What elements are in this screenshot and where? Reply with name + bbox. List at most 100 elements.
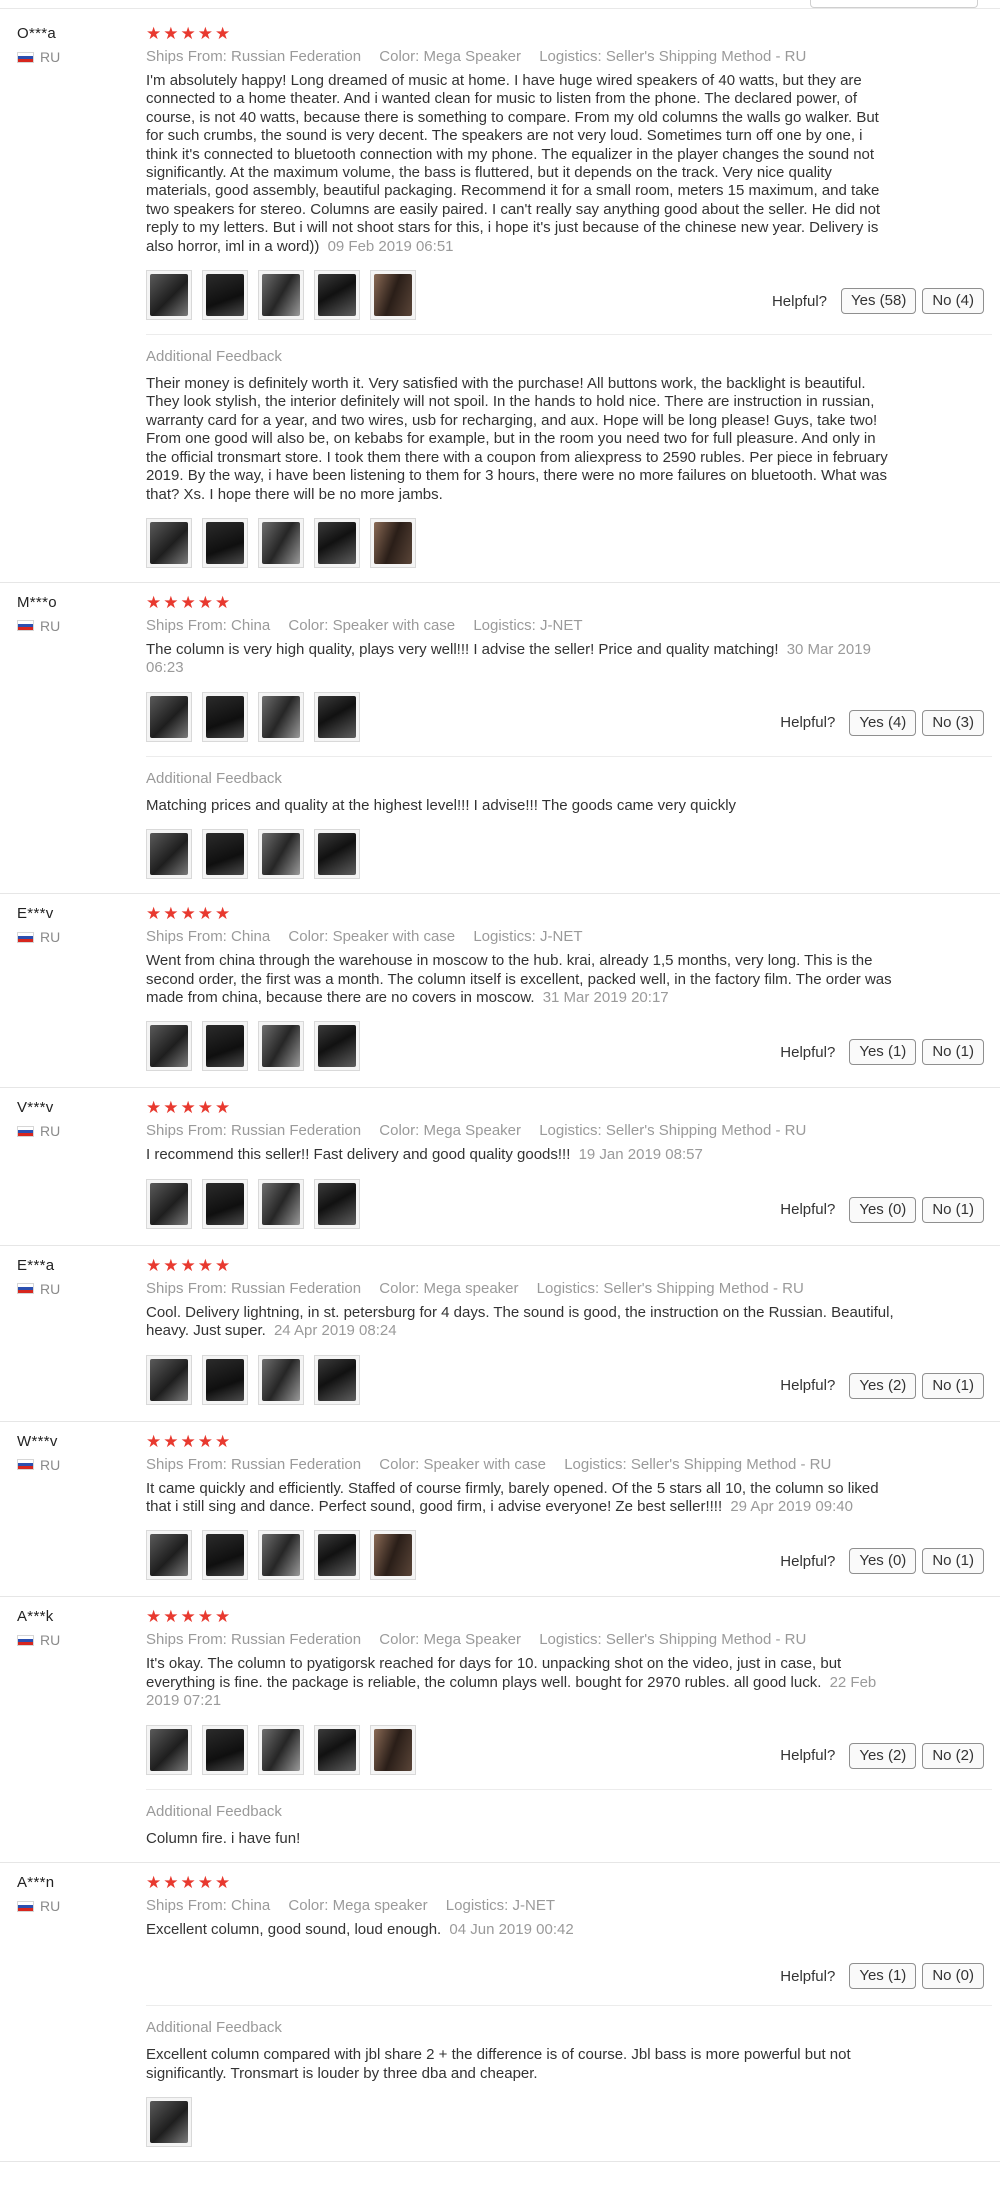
review-text: It came quickly and efficiently. Staffed…	[146, 1480, 896, 1517]
helpful-no-button[interactable]: No (0)	[922, 1963, 984, 1990]
review-photo-thumbnail[interactable]	[258, 1724, 304, 1775]
helpful-no-button[interactable]: No (2)	[922, 1742, 984, 1769]
helpful-no-button[interactable]: No (1)	[922, 1548, 984, 1575]
ships-from: Ships From: China	[146, 1897, 271, 1914]
helpful-yes-button[interactable]: Yes (2)	[849, 1742, 917, 1769]
review-photo-thumbnail[interactable]	[146, 270, 192, 321]
review-photo-thumbnail[interactable]	[314, 1178, 360, 1229]
order-info: Ships From: Russian Federation Color: Me…	[146, 47, 992, 67]
review-photo-thumbnail[interactable]	[314, 1724, 360, 1775]
order-info: Ships From: China Color: Mega speaker Lo…	[146, 1896, 992, 1916]
review-photo-thumbnail[interactable]	[258, 1178, 304, 1229]
review-item: M***o RU ★★★★★ Ships From: China Color: …	[0, 583, 1000, 895]
reviewer-country: RU	[17, 1281, 137, 1297]
review-photo-thumbnail[interactable]	[370, 1724, 416, 1775]
review-photo-thumbnail[interactable]	[202, 270, 248, 321]
review-content: ★★★★★ Ships From: Russian Federation Col…	[146, 1432, 992, 1583]
speaker-photo	[150, 1728, 188, 1771]
review-item: E***v RU ★★★★★ Ships From: China Color: …	[0, 894, 1000, 1089]
speaker-photo	[150, 1025, 188, 1068]
review-photo-thumbnail[interactable]	[314, 1530, 360, 1581]
sort-dropdown-edge[interactable]	[810, 0, 978, 8]
feedback-photo-thumbnail[interactable]	[258, 517, 304, 568]
feedback-photo-thumbnail[interactable]	[146, 829, 192, 880]
helpful-no-button[interactable]: No (1)	[922, 1372, 984, 1399]
review-photo-thumbnail[interactable]	[146, 1724, 192, 1775]
logistics-method: Logistics: J-NET	[473, 616, 583, 634]
additional-feedback: Additional Feedback Their money is defin…	[146, 334, 992, 568]
feedback-photo-thumbnail[interactable]	[258, 829, 304, 880]
speaker-photo	[150, 695, 188, 738]
review-text: I'm absolutely happy! Long dreamed of mu…	[146, 72, 896, 256]
review-photo-thumbnail[interactable]	[258, 1530, 304, 1581]
star-rating: ★★★★★	[146, 1255, 233, 1275]
review-photo-thumbnail[interactable]	[146, 1021, 192, 1072]
review-photo-thumbnail[interactable]	[202, 1021, 248, 1072]
review-photo-thumbnail[interactable]	[202, 1530, 248, 1581]
product-color: Color: Mega Speaker	[379, 1631, 522, 1649]
speaker-photo	[262, 1534, 300, 1577]
speaker-photo	[206, 274, 244, 317]
helpful-no-button[interactable]: No (3)	[922, 709, 984, 736]
review-photo-thumbnail[interactable]	[314, 1354, 360, 1405]
speaker-photo	[374, 1534, 412, 1577]
country-code: RU	[40, 929, 61, 946]
feedback-photo-thumbnail[interactable]	[202, 829, 248, 880]
helpful-yes-button[interactable]: Yes (0)	[849, 1548, 917, 1575]
review-photo-thumbnail[interactable]	[258, 1354, 304, 1405]
review-footer: Helpful? Yes (1) No (1)	[146, 1021, 992, 1073]
review-photo-thumbnail[interactable]	[202, 691, 248, 742]
helpful-yes-button[interactable]: Yes (58)	[841, 288, 917, 315]
feedback-photo-thumbnail[interactable]	[314, 829, 360, 880]
helpful-yes-button[interactable]: Yes (1)	[849, 1039, 917, 1066]
speaker-photo	[374, 521, 412, 564]
review-photo-thumbnail[interactable]	[314, 270, 360, 321]
review-photo-thumbnail[interactable]	[314, 691, 360, 742]
helpful-no-button[interactable]: No (1)	[922, 1039, 984, 1066]
feedback-photo-thumbnail[interactable]	[370, 517, 416, 568]
speaker-photo	[318, 1025, 356, 1068]
review-photo-thumbnail[interactable]	[202, 1178, 248, 1229]
additional-feedback: Additional Feedback Column fire. i have …	[146, 1788, 992, 1848]
feedback-photo-thumbnail[interactable]	[314, 517, 360, 568]
speaker-photo	[262, 833, 300, 876]
country-code: RU	[40, 1632, 61, 1649]
helpful-label: Helpful?	[771, 292, 827, 310]
helpful-no-button[interactable]: No (1)	[922, 1196, 984, 1223]
helpful-vote: Helpful? Yes (1) No (1)	[780, 1039, 984, 1066]
review-photo-thumbnail[interactable]	[146, 1354, 192, 1405]
review-text: Cool. Delivery lightning, in st. petersb…	[146, 1304, 896, 1341]
speaker-photo	[318, 1358, 356, 1401]
review-footer: Helpful? Yes (4) No (3)	[146, 691, 992, 744]
review-photo-thumbnail[interactable]	[370, 270, 416, 321]
review-photo-thumbnail[interactable]	[314, 1021, 360, 1072]
additional-feedback-text: Excellent column compared with jbl share…	[146, 2046, 851, 2082]
feedback-photo-thumbnail[interactable]	[202, 517, 248, 568]
feedback-photo-thumbnail[interactable]	[146, 517, 192, 568]
feedback-photo-thumbnail[interactable]	[146, 2097, 192, 2148]
order-info: Ships From: China Color: Speaker with ca…	[146, 927, 992, 947]
helpful-yes-button[interactable]: Yes (0)	[849, 1196, 917, 1223]
speaker-photo	[150, 274, 188, 317]
review-photo-thumbnail[interactable]	[370, 1530, 416, 1581]
review-item: O***a RU ★★★★★ Ships From: Russian Feder…	[0, 14, 1000, 583]
helpful-yes-button[interactable]: Yes (4)	[849, 709, 917, 736]
helpful-no-button[interactable]: No (4)	[922, 288, 984, 315]
review-photo-thumbnail[interactable]	[146, 1530, 192, 1581]
additional-feedback-label: Additional Feedback	[146, 2019, 282, 2037]
review-photo-thumbnail[interactable]	[146, 691, 192, 742]
review-photo-thumbnail[interactable]	[202, 1724, 248, 1775]
logistics-method: Logistics: J-NET	[473, 928, 583, 946]
star-rating: ★★★★★	[146, 592, 233, 612]
review-photo-thumbnail[interactable]	[258, 1021, 304, 1072]
review-content: ★★★★★ Ships From: China Color: Mega spea…	[146, 1873, 992, 2148]
helpful-yes-button[interactable]: Yes (2)	[849, 1372, 917, 1399]
speaker-photo	[206, 833, 244, 876]
helpful-yes-button[interactable]: Yes (1)	[849, 1963, 917, 1990]
review-photo-thumbnail[interactable]	[146, 1178, 192, 1229]
review-photo-thumbnail[interactable]	[202, 1354, 248, 1405]
star-rating: ★★★★★	[146, 1607, 233, 1627]
helpful-label: Helpful?	[780, 1043, 836, 1061]
review-photo-thumbnail[interactable]	[258, 270, 304, 321]
review-photo-thumbnail[interactable]	[258, 691, 304, 742]
